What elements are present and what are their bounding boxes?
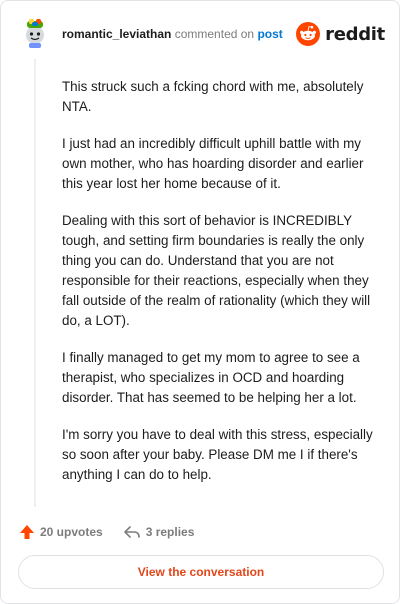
replies-button[interactable]: 3 replies (123, 524, 195, 540)
reddit-logo-icon (296, 22, 321, 46)
commented-on-text: commented on (174, 27, 255, 41)
comment-paragraph: I just had an incredibly difficult uphil… (62, 136, 364, 191)
post-link[interactable]: post (257, 27, 282, 41)
upvote-button[interactable]: 20 upvotes (19, 524, 103, 540)
upvote-arrow-icon (20, 525, 34, 539)
comment-paragraph: I finally managed to get my mom to agree… (62, 350, 360, 405)
username-link[interactable]: romantic_leviathan (62, 27, 171, 41)
thread-line[interactable] (34, 59, 36, 507)
reply-arrow-icon (123, 526, 140, 538)
replies-count: 3 replies (145, 525, 195, 539)
reddit-wordmark: reddit (325, 23, 385, 45)
reddit-logo[interactable]: reddit (296, 21, 385, 47)
comment-paragraph: I'm sorry you have to deal with this str… (62, 427, 373, 482)
comment-card: romantic_leviathan commented on post red… (0, 0, 400, 604)
snoo-avatar-icon[interactable] (19, 17, 51, 49)
comment-paragraph: This struck such a fcking chord with me,… (62, 79, 364, 114)
upvote-count: 20 upvotes (40, 525, 103, 539)
comment-byline: romantic_leviathan commented on post (62, 27, 283, 41)
view-conversation-button[interactable]: View the conversation (18, 555, 384, 589)
comment-body: This struck such a fcking chord with me,… (62, 77, 380, 502)
comment-actions: 20 upvotes 3 replies (19, 521, 214, 543)
comment-paragraph: Dealing with this sort of behavior is IN… (62, 213, 371, 328)
comment-header: romantic_leviathan commented on post red… (19, 17, 385, 53)
